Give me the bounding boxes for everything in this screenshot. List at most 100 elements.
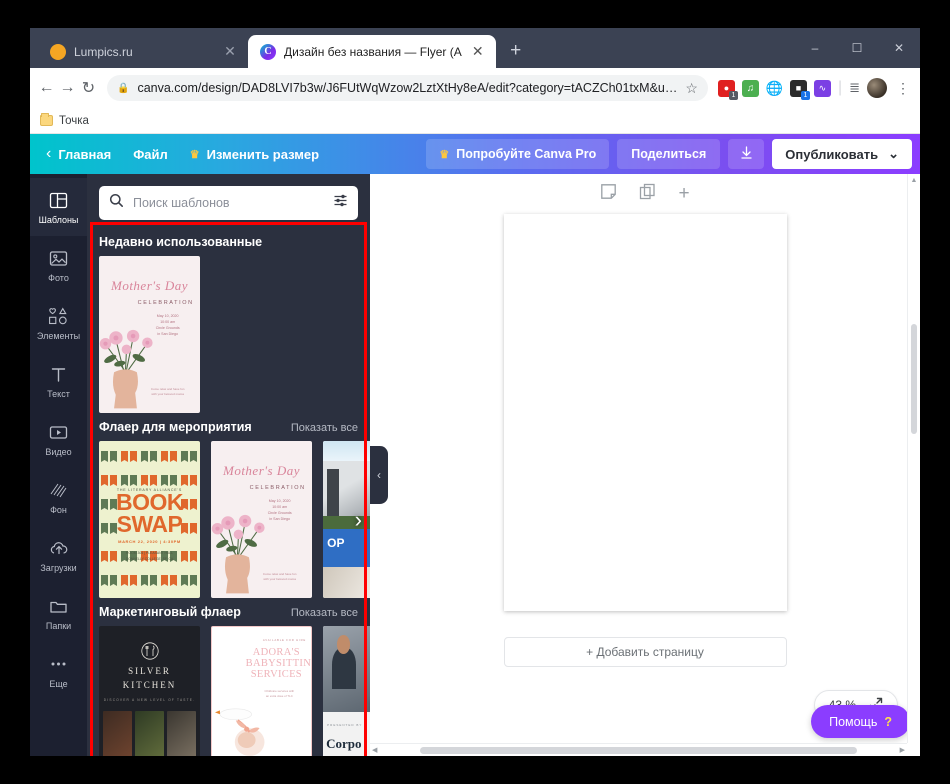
rail-item-text[interactable]: Текст [30,352,87,410]
rail-item-photos[interactable]: Фото [30,236,87,294]
bookmark-star-icon[interactable]: ☆ [685,80,698,97]
template-thumb-silver-kitchen[interactable]: SILVER KITCHEN DISCOVER A NEW LEVEL OF T… [99,626,200,756]
browser-menu-icon[interactable]: ⋮ [894,80,910,97]
vertical-scrollbar[interactable]: ▲ [907,174,920,743]
templates-icon [49,190,68,211]
bookmark-item-tochka[interactable]: Точка [40,113,89,127]
try-canva-pro-button[interactable]: ♛ Попробуйте Canva Pro [426,139,610,169]
template-footer: Come relax and have fun with your belove… [150,387,185,397]
rail-item-folders[interactable]: Папки [30,584,87,642]
chevron-left-icon: ‹ [377,468,381,482]
scroll-right-icon[interactable]: ▶ [900,746,905,754]
template-row-event-flyer: THE LITERARY ALLIANCE'S BOOK SWAP MARCH … [99,441,370,598]
editor-area: ‹ + + Добавить страницу Помощь ? ▲ ◀ ▶ [370,174,920,756]
template-thumb-architecture[interactable]: OP [323,441,370,598]
box-extension-icon[interactable]: ■ 1 [789,79,810,100]
avatar[interactable] [867,78,888,98]
scroll-left-icon[interactable]: ◀ [372,746,377,754]
rail-label: Еще [49,678,68,689]
rail-item-video[interactable]: Видео [30,410,87,468]
food-photo [167,710,196,756]
collapse-panel-button[interactable]: ‹ [370,446,388,504]
sliders-icon[interactable] [333,193,348,213]
thumb-title: OP [327,535,345,550]
recording-extension-icon[interactable]: ● 1 [717,79,738,100]
template-thumb-corporate[interactable]: PRESENTED BY Corpo › [323,626,370,756]
video-icon [49,422,68,443]
canva-body: Шаблоны Фото Элементы Текст Видео Фон За… [30,174,920,756]
horizontal-scrollbar[interactable]: ◀ ▶ [370,743,907,756]
folder-icon [40,113,53,126]
reload-icon[interactable]: ↻ [80,74,97,102]
food-photo [135,710,164,756]
rail-item-more[interactable]: Еще [30,642,87,700]
rail-item-elements[interactable]: Элементы [30,294,87,352]
share-button[interactable]: Поделиться [617,139,721,169]
reading-list-icon[interactable]: ≣ [849,80,860,96]
notes-icon[interactable] [600,183,617,203]
resize-button[interactable]: ♛ Изменить размер [190,147,319,162]
music-extension-icon[interactable]: ♫ [741,79,759,97]
template-date: MARCH 22, 2020 | 4:30PM [118,538,181,544]
share-label: Поделиться [631,147,707,161]
template-row-marketing-flyer: SILVER KITCHEN DISCOVER A NEW LEVEL OF T… [99,626,370,756]
rail-label: Текст [47,388,70,399]
publish-button[interactable]: Опубликовать ⌄ [772,139,912,169]
food-photo-grid [103,710,196,756]
home-button[interactable]: ‹ Главная [46,145,111,163]
section-title: Маркетинговый флаер [99,605,241,619]
show-all-link[interactable]: Показать все [291,422,358,434]
window-controls: – ☐ ✕ [794,28,920,68]
panel-scroll-area[interactable]: Недавно использованные Mother's Day CELE… [87,228,370,756]
template-thumb-mothers-day[interactable]: Mother's Day CELEBRATION May 10, 2020 10… [99,256,200,413]
design-page[interactable] [503,214,787,611]
extension-badge: 1 [728,90,738,100]
help-button[interactable]: Помощь ? [811,705,910,738]
photo-icon [49,248,68,269]
forward-icon[interactable]: → [59,74,76,102]
show-all-link[interactable]: Показать все [291,607,358,619]
purple-extension-icon[interactable]: ∿ [813,79,831,97]
address-bar[interactable]: 🔒 canva.com/design/DAD8LVI7b3w/J6FUtWqWz… [107,75,708,101]
scrollbar-thumb[interactable] [911,324,917,434]
try-pro-label: Попробуйте Canva Pro [456,147,597,161]
browser-tab-lumpics[interactable]: Lumpics.ru ✕ [38,35,248,68]
search-box[interactable]: Поиск шаблонов [99,186,358,220]
rail-item-templates[interactable]: Шаблоны [30,178,87,236]
window-close-icon[interactable]: ✕ [878,28,920,68]
back-icon[interactable]: ← [38,74,55,102]
section-title: Флаер для мероприятия [99,420,252,434]
download-button[interactable] [728,139,765,169]
search-input[interactable]: Поиск шаблонов [133,196,324,210]
canvas-wrapper: + Добавить страницу [370,212,920,756]
rail-label: Видео [45,446,72,457]
thumb-blue-band: OP [323,528,370,567]
new-tab-button[interactable]: + [502,37,530,65]
bookmark-label: Точка [59,114,89,127]
crown-icon: ♛ [189,148,200,161]
globe-extension-icon[interactable]: 🌐 [766,79,783,97]
thumb-interior [323,566,370,598]
scroll-up-icon[interactable]: ▲ [908,174,920,187]
rail-item-uploads[interactable]: Загрузки [30,526,87,584]
file-menu-button[interactable]: Файл [133,147,168,162]
chevron-right-icon[interactable]: › [355,508,362,531]
maximize-icon[interactable]: ☐ [836,28,878,68]
canva-app: ‹ Главная Файл ♛ Изменить размер ♛ Попро… [30,134,920,756]
rail-item-background[interactable]: Фон [30,468,87,526]
template-row-recent: Mother's Day CELEBRATION May 10, 2020 10… [99,256,358,413]
browser-window: Lumpics.ru ✕ C Дизайн без названия — Fly… [30,28,920,756]
template-thumb-book-swap[interactable]: THE LITERARY ALLIANCE'S BOOK SWAP MARCH … [99,441,200,598]
url-text: canva.com/design/DAD8LVI7b3w/J6FUtWqWzow… [137,81,678,95]
scrollbar-thumb[interactable] [420,747,857,754]
duplicate-icon[interactable] [639,183,656,203]
template-thumb-adoras-babysitting[interactable]: AVAILABLE FOR HIRE ADORA'S BABYSITTING S… [211,626,312,756]
template-thumb-mothers-day-2[interactable]: Mother's Day CELEBRATION May 10, 2020 10… [211,441,312,598]
add-page-button[interactable]: + Добавить страницу [503,637,787,667]
browser-tab-canva[interactable]: C Дизайн без названия — Flyer (A ✕ [248,35,496,68]
add-page-icon[interactable]: + [678,184,689,203]
rail-label: Фото [48,272,69,283]
minimize-icon[interactable]: – [794,28,836,68]
close-icon[interactable]: ✕ [470,43,486,60]
close-icon[interactable]: ✕ [222,43,238,60]
